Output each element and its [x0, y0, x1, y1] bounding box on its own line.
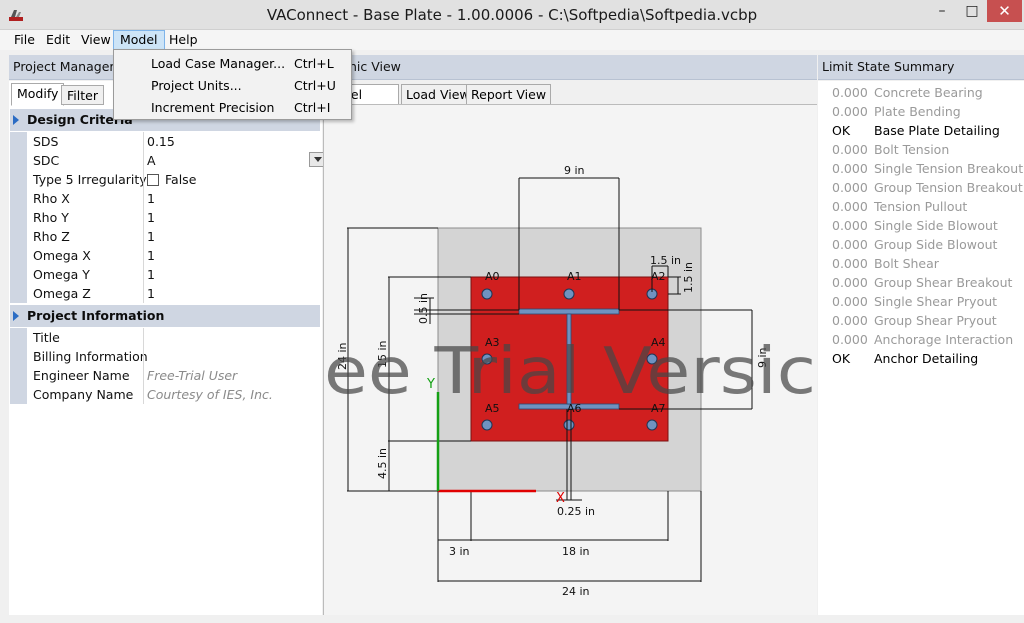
bolt-a5[interactable] — [481, 419, 493, 431]
dim-edge-v: 1.5 in — [682, 262, 695, 293]
limit-state-value: 0.000 — [832, 294, 868, 309]
limit-state-name: Group Shear Breakout — [874, 275, 1013, 290]
menu-item-project-units[interactable]: Project Units... Ctrl+U — [114, 75, 351, 96]
tab-filter[interactable]: Filter — [61, 85, 104, 105]
limit-state-value: OK — [832, 123, 851, 138]
menu-model[interactable]: Model — [113, 30, 165, 50]
limit-state-value: 0.000 — [832, 275, 868, 290]
dim-plate-width: 18 in — [562, 545, 590, 558]
dim-offset: 3 in — [449, 545, 470, 558]
limit-state-name: Base Plate Detailing — [874, 123, 1000, 138]
prop-row-engineer[interactable]: Engineer Name Free-Trial User — [10, 366, 320, 385]
tab-modify[interactable]: Modify — [11, 83, 65, 106]
limit-state-name: Group Side Blowout — [874, 237, 998, 252]
bolt-label-a0: A0 — [485, 270, 500, 283]
limit-state-header: Limit State Summary — [818, 55, 1024, 80]
bolt-a1[interactable] — [563, 288, 575, 300]
bolt-label-a1: A1 — [567, 270, 582, 283]
limit-state-value: 0.000 — [832, 313, 868, 328]
limit-state-value: 0.000 — [832, 180, 868, 195]
prop-row-omega-y[interactable]: Omega Y 1 — [10, 265, 320, 284]
base-plate-drawing[interactable]: A0 A1 A2 A3 A4 A5 A6 A7 9 in 1.5 in 1.5 … — [323, 104, 817, 615]
limit-state-value: 0.000 — [832, 104, 868, 119]
trial-watermark: ee Trial Versic — [324, 335, 816, 409]
limit-state-value: 0.000 — [832, 199, 868, 214]
expand-triangle-icon — [13, 115, 19, 125]
menu-bar: File Edit View Model Help — [0, 30, 1024, 50]
menu-edit[interactable]: Edit — [40, 30, 76, 50]
limit-state-name: Bolt Tension — [874, 142, 950, 157]
limit-state-value: OK — [832, 351, 851, 366]
limit-state-name: Anchorage Interaction — [874, 332, 1014, 347]
axis-label-x: X — [556, 491, 565, 506]
prop-row-omega-x[interactable]: Omega X 1 — [10, 246, 320, 265]
prop-row-rho-z[interactable]: Rho Z 1 — [10, 227, 320, 246]
prop-row-sds[interactable]: SDS 0.15 — [10, 132, 320, 151]
limit-state-value: 0.000 — [832, 161, 868, 176]
limit-state-value: 0.000 — [832, 218, 868, 233]
title-bar: VAConnect - Base Plate - 1.00.0006 - C:\… — [0, 0, 1024, 30]
limit-state-value: 0.000 — [832, 85, 868, 100]
limit-state-name: Anchor Detailing — [874, 351, 979, 366]
bolt-label-a2: A2 — [651, 270, 666, 283]
minimize-button[interactable]: – — [928, 0, 956, 22]
prop-row-omega-z[interactable]: Omega Z 1 — [10, 284, 320, 303]
bolt-a7[interactable] — [646, 419, 658, 431]
menu-item-increment-precision[interactable]: Increment Precision Ctrl+I — [114, 97, 351, 118]
prop-row-type5[interactable]: Type 5 Irregularity? False — [10, 170, 320, 189]
dim-total-width: 24 in — [562, 585, 590, 598]
prop-row-rho-x[interactable]: Rho X 1 — [10, 189, 320, 208]
limit-state-name: Tension Pullout — [874, 199, 968, 214]
tab-load-view[interactable]: Load View — [401, 84, 475, 105]
limit-state-value: 0.000 — [832, 332, 868, 347]
bolt-a0[interactable] — [481, 288, 493, 300]
prop-row-company[interactable]: Company Name Courtesy of IES, Inc. — [10, 385, 320, 404]
menu-item-load-case-manager[interactable]: Load Case Manager... Ctrl+L — [114, 53, 351, 74]
dim-top-flange: 9 in — [564, 164, 585, 177]
top-flange — [518, 308, 620, 315]
type5-checkbox[interactable] — [147, 174, 159, 186]
prop-row-rho-y[interactable]: Rho Y 1 — [10, 208, 320, 227]
expand-triangle-icon — [13, 311, 19, 321]
close-button[interactable]: ✕ — [987, 0, 1022, 22]
prop-row-billing[interactable]: Billing Information — [10, 347, 320, 366]
model-menu-dropdown: Load Case Manager... Ctrl+L Project Unit… — [113, 49, 352, 120]
limit-state-name: Single Shear Pryout — [874, 294, 998, 309]
limit-state-name: Bolt Shear — [874, 256, 939, 271]
limit-state-value: 0.000 — [832, 237, 868, 252]
limit-state-name: Single Side Blowout — [874, 218, 998, 233]
graphic-view-header: hic View — [323, 55, 817, 80]
menu-view[interactable]: View — [75, 30, 117, 50]
bolt-a6[interactable] — [563, 419, 575, 431]
limit-state-value: 0.000 — [832, 256, 868, 271]
menu-help[interactable]: Help — [163, 30, 204, 50]
limit-state-name: Group Tension Breakout — [874, 180, 1023, 195]
window-title: VAConnect - Base Plate - 1.00.0006 - C:\… — [266, 6, 758, 24]
prop-row-sdc[interactable]: SDC A — [10, 151, 327, 170]
maximize-button[interactable]: □ — [958, 0, 986, 22]
limit-state-value: 0.000 — [832, 142, 868, 157]
dim-web: 0.25 in — [557, 505, 595, 518]
section-project-information[interactable]: Project Information — [10, 305, 320, 327]
prop-row-title[interactable]: Title — [10, 328, 320, 347]
dim-bottom-left: 4.5 in — [376, 448, 389, 479]
limit-state-name: Single Tension Breakout — [874, 161, 1024, 176]
tab-report-view[interactable]: Report View — [466, 84, 552, 105]
menu-file[interactable]: File — [8, 30, 41, 50]
dim-edge-h: 1.5 in — [650, 254, 681, 267]
limit-state-name: Concrete Bearing — [874, 85, 983, 100]
limit-state-name: Plate Bending — [874, 104, 961, 119]
limit-state-name: Group Shear Pryout — [874, 313, 997, 328]
dim-flange-thickness: 0.5 in — [417, 293, 430, 324]
